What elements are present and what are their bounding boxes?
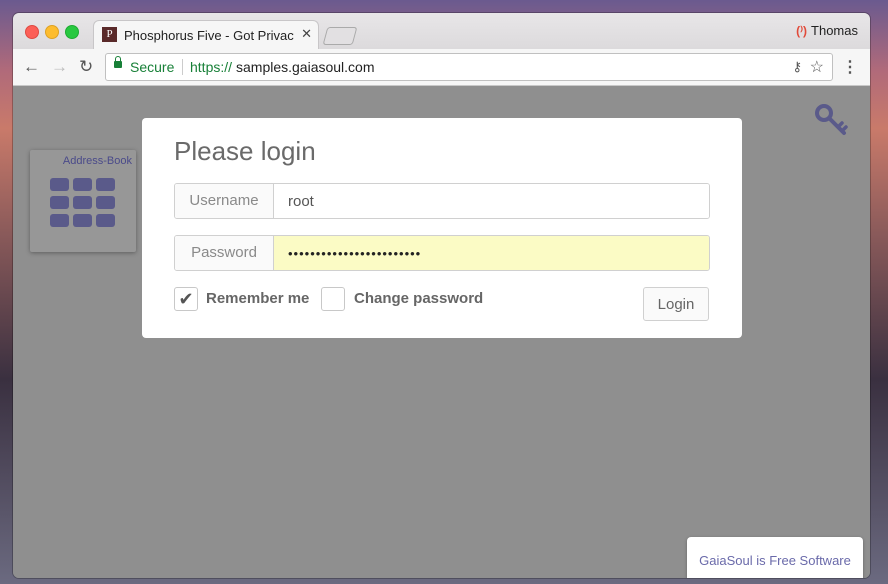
secure-label: Secure [130,59,175,75]
login-button[interactable]: Login [643,287,709,321]
app-tile-address-book[interactable]: Address-Book [30,150,136,252]
tab-title: Phosphorus Five - Got Privacy? [124,28,294,43]
maximize-window-button[interactable] [65,25,79,39]
minimize-window-button[interactable] [45,25,59,39]
browser-tab[interactable]: P Phosphorus Five - Got Privacy? ✕ [93,20,319,50]
bookmark-star-icon[interactable]: ☆ [810,57,824,77]
password-label: Password [175,236,274,270]
tab-close-icon[interactable]: ✕ [301,26,312,42]
lock-icon [114,56,122,68]
title-bar: P Phosphorus Five - Got Privacy? ✕ (⁾) Th… [13,13,870,50]
page-content: Address-Book Please login Username Passw… [13,86,870,578]
browser-window: P Phosphorus Five - Got Privacy? ✕ (⁾) Th… [13,13,870,578]
password-row: Password [174,235,710,271]
new-tab-button[interactable] [322,27,358,45]
divider [182,59,183,75]
password-input[interactable] [274,236,709,270]
remember-me-label[interactable]: Remember me [206,290,309,307]
url-scheme: https:// [190,59,233,75]
grid-icon [50,178,115,227]
browser-toolbar: ← → ↻ Secure https:// samples.gaiasoul.c… [13,49,870,86]
reload-icon[interactable]: ↻ [79,57,93,77]
username-input[interactable] [274,184,709,218]
login-dialog: Please login Username Password ✔ Remembe… [142,118,742,338]
forward-arrow-icon[interactable]: → [51,57,68,77]
remember-me-checkbox[interactable]: ✔ [174,287,198,311]
profile-button[interactable]: (⁾) Thomas [796,23,858,38]
browser-menu-icon[interactable]: ⋮ [842,57,858,77]
profile-switch-icon: (⁾) [796,24,808,38]
close-window-button[interactable] [25,25,39,39]
username-label: Username [175,184,274,218]
dialog-title: Please login [174,136,316,166]
password-key-icon[interactable]: ⚷ [792,59,802,75]
profile-name: Thomas [811,23,858,38]
free-software-badge[interactable]: GaiaSoul is Free Software [687,537,863,578]
address-bar[interactable]: Secure https:// samples.gaiasoul.com ⚷ ☆ [105,53,833,81]
back-arrow-icon[interactable]: ← [23,57,40,77]
change-password-label[interactable]: Change password [354,290,483,307]
key-icon[interactable] [813,102,849,138]
url-host: samples.gaiasoul.com [236,59,375,75]
username-row: Username [174,183,710,219]
favicon-icon: P [102,27,117,42]
app-tile-label: Address-Book [62,155,132,167]
change-password-checkbox[interactable] [321,287,345,311]
